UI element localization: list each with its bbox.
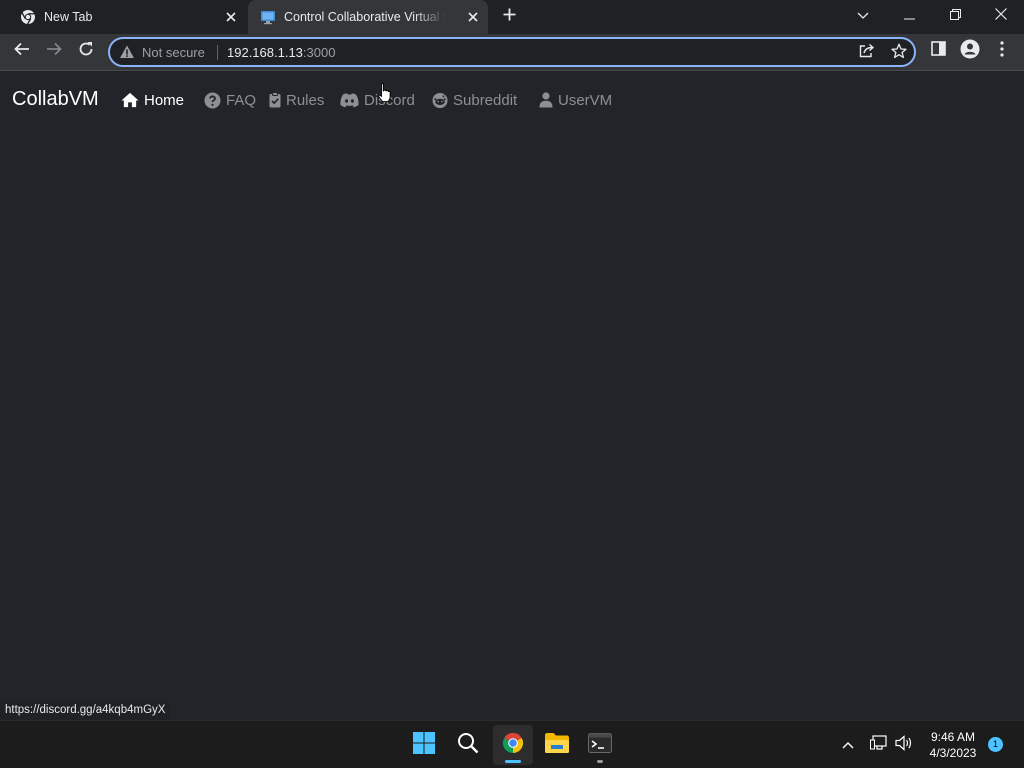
reload-icon — [78, 41, 94, 62]
side-panel-button[interactable] — [924, 37, 952, 65]
side-panel-icon — [930, 41, 946, 61]
nav-label: UserVM — [558, 91, 613, 109]
plus-icon — [503, 8, 516, 26]
minimize-icon — [903, 7, 915, 25]
chevron-up-icon — [842, 736, 854, 754]
url-host: 192.168.1.13 — [227, 45, 303, 60]
chrome-icon — [501, 731, 525, 760]
close-tab-icon[interactable] — [222, 8, 240, 26]
tab-title: Control Collaborative Virtual Machines — [284, 10, 446, 24]
taskbar-chrome-button[interactable] — [493, 725, 533, 765]
taskbar-search-button[interactable] — [448, 725, 488, 765]
network-icon — [870, 734, 888, 756]
restore-icon — [949, 7, 961, 25]
tab-strip: New Tab Control Collaborative Virtual Ma… — [0, 0, 1024, 34]
taskbar-clock[interactable]: 9:46 AM 4/3/2023 — [920, 729, 986, 761]
profile-button[interactable] — [956, 37, 984, 65]
address-bar[interactable]: Not secure 192.168.1.13:3000 — [108, 37, 916, 67]
address-divider — [217, 45, 218, 60]
site-navbar: CollabVM Home FAQ Rules Subreddit UserVM — [0, 72, 1024, 128]
restore-button[interactable] — [932, 0, 978, 32]
minimize-button[interactable] — [886, 0, 932, 32]
start-button[interactable] — [404, 725, 444, 765]
taskbar-terminal-button[interactable] — [580, 725, 620, 765]
chevron-down-icon — [857, 7, 869, 25]
browser-toolbar: Not secure 192.168.1.13:3000 — [0, 34, 1024, 71]
volume-icon — [895, 734, 913, 756]
url-port: :3000 — [302, 45, 336, 60]
network-status-button[interactable] — [869, 734, 889, 756]
user-icon — [538, 91, 553, 109]
question-circle-icon — [203, 91, 221, 109]
nav-label: Home — [144, 91, 185, 109]
bookmark-button[interactable] — [888, 42, 910, 64]
running-app-indicator — [597, 760, 603, 763]
chrome-icon — [20, 9, 36, 25]
taskbar-file-explorer-button[interactable] — [537, 725, 577, 765]
clipboard-check-icon — [268, 91, 281, 109]
tab-search-button[interactable] — [840, 0, 886, 32]
clock-date: 4/3/2023 — [929, 746, 977, 760]
back-button[interactable] — [8, 37, 36, 65]
tab-collabvm[interactable]: Control Collaborative Virtual Machines — [248, 0, 488, 34]
arrow-left-icon — [14, 42, 30, 61]
reload-button[interactable] — [72, 37, 100, 65]
nav-subreddit[interactable]: Subreddit — [432, 90, 517, 110]
tab-title: New Tab — [44, 10, 93, 24]
hand-cursor-icon — [378, 83, 391, 103]
close-icon — [995, 7, 1007, 25]
file-explorer-icon — [544, 732, 570, 759]
reddit-icon — [432, 91, 448, 109]
nav-faq[interactable]: FAQ — [203, 90, 256, 110]
link-status-bubble: https://discord.gg/a4kqb4mGyX — [0, 701, 172, 720]
star-icon — [891, 43, 907, 64]
nav-rules[interactable]: Rules — [268, 90, 324, 110]
close-tab-icon[interactable] — [464, 8, 482, 26]
tab-new-tab[interactable]: New Tab — [8, 0, 246, 34]
nav-label: FAQ — [226, 91, 257, 109]
home-icon — [121, 91, 139, 109]
taskbar: 9:46 AM 4/3/2023 — [0, 720, 1024, 768]
forward-button[interactable] — [40, 37, 68, 65]
nav-discord[interactable]: Discord — [339, 90, 415, 110]
nav-label: Subreddit — [453, 91, 518, 109]
nav-home[interactable]: Home — [121, 90, 184, 110]
share-button[interactable] — [856, 42, 878, 64]
nav-label: Rules — [286, 91, 325, 109]
site-brand[interactable]: CollabVM — [12, 88, 99, 111]
active-app-indicator — [505, 760, 521, 763]
url-text[interactable]: 192.168.1.13:3000 — [227, 45, 335, 60]
web-page: CollabVM Home FAQ Rules Subreddit UserVM — [0, 72, 1024, 720]
share-icon — [859, 43, 875, 63]
close-window-button[interactable] — [978, 0, 1024, 32]
terminal-icon — [588, 732, 612, 758]
monitor-icon — [260, 9, 276, 25]
nav-uservm[interactable]: UserVM — [538, 90, 612, 110]
volume-button[interactable] — [894, 734, 914, 756]
show-hidden-icons-button[interactable] — [838, 735, 858, 755]
notification-badge[interactable]: 1 — [988, 737, 1003, 752]
clock-time: 9:46 AM — [930, 730, 976, 744]
security-label[interactable]: Not secure — [142, 45, 205, 60]
browser-window: New Tab Control Collaborative Virtual Ma… — [0, 0, 1024, 720]
new-tab-button[interactable] — [498, 6, 520, 28]
discord-icon — [339, 91, 359, 109]
kebab-menu-icon — [1000, 40, 1004, 62]
menu-button[interactable] — [988, 37, 1016, 65]
warning-icon — [119, 44, 135, 60]
search-icon — [457, 732, 479, 759]
start-icon — [412, 731, 436, 760]
avatar-icon — [960, 39, 980, 64]
arrow-right-icon — [46, 42, 62, 61]
